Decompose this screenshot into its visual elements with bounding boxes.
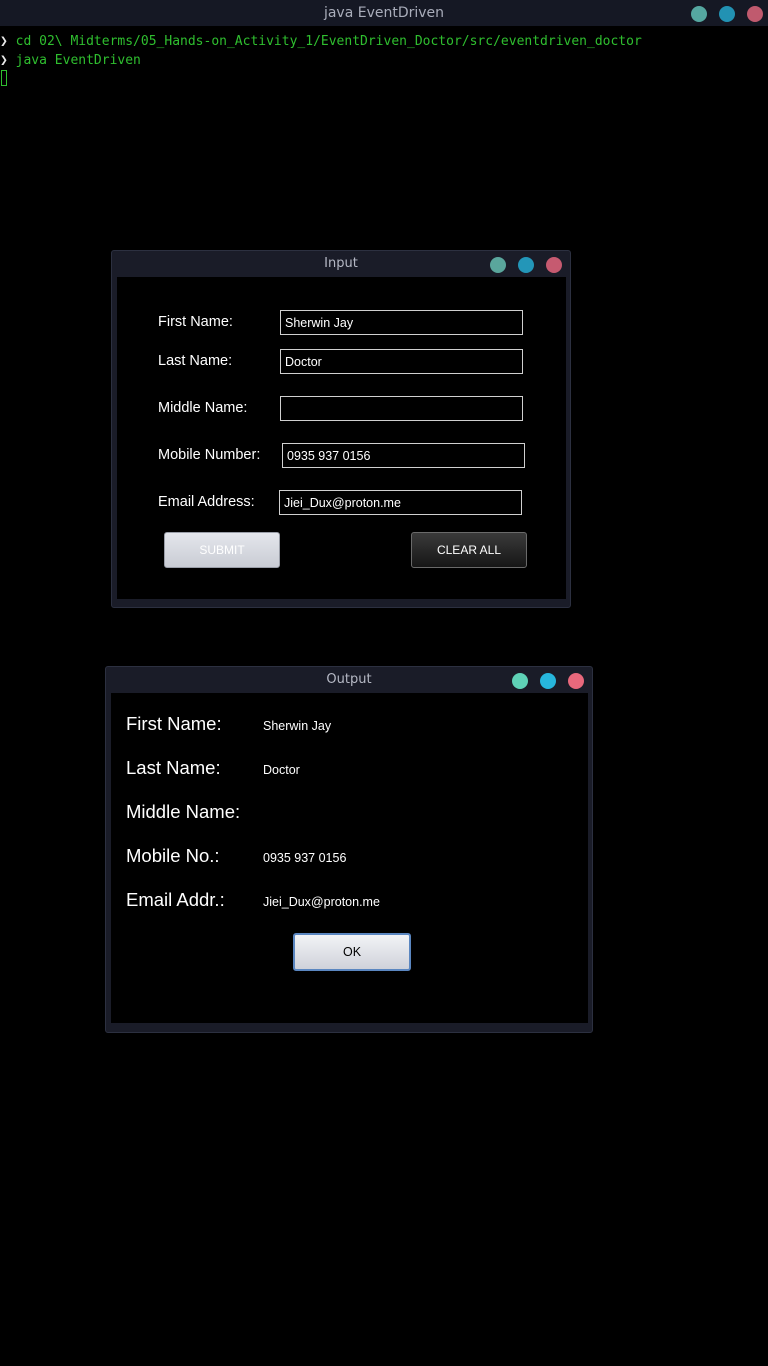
terminal-line: ❯ java EventDriven <box>0 51 642 70</box>
minimize-icon[interactable] <box>490 257 506 273</box>
maximize-icon[interactable] <box>518 257 534 273</box>
terminal-title: java EventDriven <box>323 5 445 21</box>
email-address-label: Email Address: <box>158 494 255 510</box>
first-name-field[interactable] <box>280 310 523 335</box>
mobile-number-field[interactable] <box>282 443 525 468</box>
terminal-output: ❯ cd 02\ Midterms/05_Hands-on_Activity_1… <box>0 32 642 70</box>
email-addr-value: Jiei_Dux@proton.me <box>263 895 380 909</box>
last-name-label: Last Name: <box>158 353 233 369</box>
ok-button[interactable]: OK <box>293 933 411 971</box>
mobile-no-value: 0935 937 0156 <box>263 851 347 865</box>
close-icon[interactable] <box>747 6 763 22</box>
submit-button[interactable]: SUBMIT <box>164 532 280 568</box>
terminal-cursor <box>1 70 7 86</box>
terminal-line: ❯ cd 02\ Midterms/05_Hands-on_Activity_1… <box>0 32 642 51</box>
middle-name-field[interactable] <box>280 396 523 421</box>
output-window: Output First Name: Sherwin Jay Last Name… <box>105 666 593 1033</box>
command-text: cd 02\ Midterms/05_Hands-on_Activity_1/E… <box>15 34 642 49</box>
input-window: Input First Name: Last Name: Middle Name… <box>111 250 571 608</box>
minimize-icon[interactable] <box>512 673 528 689</box>
first-name-label: First Name: <box>126 713 222 734</box>
middle-name-label: Middle Name: <box>158 400 248 416</box>
close-icon[interactable] <box>568 673 584 689</box>
mobile-no-label: Mobile No.: <box>126 845 220 866</box>
command-text: java EventDriven <box>15 53 141 68</box>
email-addr-label: Email Addr.: <box>126 889 225 910</box>
email-address-field[interactable] <box>279 490 522 515</box>
minimize-icon[interactable] <box>691 6 707 22</box>
mobile-number-label: Mobile Number: <box>158 447 261 463</box>
output-panel: First Name: Sherwin Jay Last Name: Docto… <box>111 693 588 1023</box>
first-name-value: Sherwin Jay <box>263 719 332 733</box>
maximize-icon[interactable] <box>719 6 735 22</box>
close-icon[interactable] <box>546 257 562 273</box>
last-name-label: Last Name: <box>126 757 221 778</box>
prompt-icon: ❯ <box>0 53 8 68</box>
maximize-icon[interactable] <box>540 673 556 689</box>
middle-name-label: Middle Name: <box>126 801 241 822</box>
terminal-titlebar: java EventDriven <box>0 0 768 26</box>
first-name-label: First Name: <box>158 314 233 330</box>
input-form: First Name: Last Name: Middle Name: Mobi… <box>117 277 566 599</box>
clear-all-button[interactable]: CLEAR ALL <box>411 532 527 568</box>
last-name-field[interactable] <box>280 349 523 374</box>
last-name-value: Doctor <box>263 763 300 777</box>
prompt-icon: ❯ <box>0 34 8 49</box>
